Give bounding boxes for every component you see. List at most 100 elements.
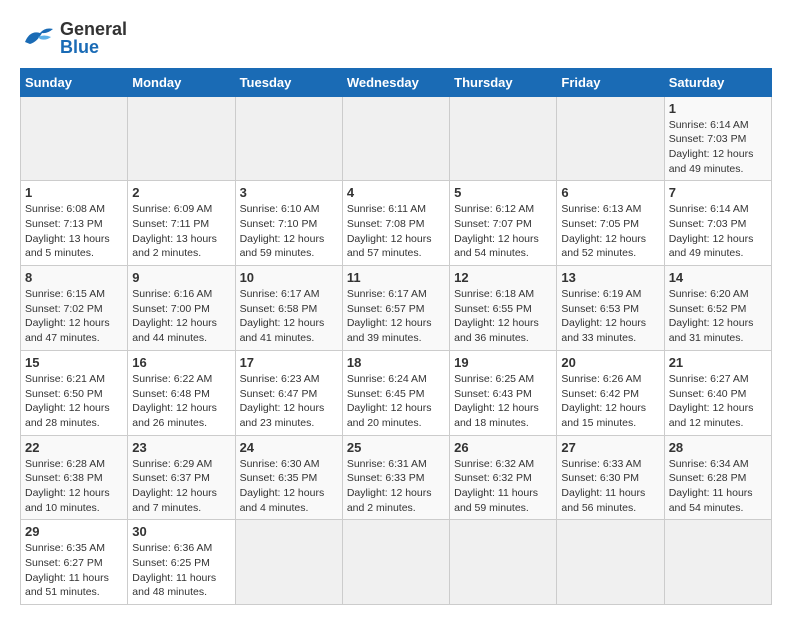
day-number: 30 (132, 524, 230, 539)
calendar-cell: 5Sunrise: 6:12 AMSunset: 7:07 PMDaylight… (450, 181, 557, 266)
header-sunday: Sunday (21, 68, 128, 96)
calendar-cell (557, 96, 664, 181)
day-number: 2 (132, 185, 230, 200)
day-number: 17 (240, 355, 338, 370)
day-number: 15 (25, 355, 123, 370)
calendar-cell: 24 Sunrise: 6:30 AMSunset: 6:35 PMDayligh… (235, 435, 342, 520)
calendar-cell: 29Sunrise: 6:35 AMSunset: 6:27 PMDayligh… (21, 520, 128, 605)
calendar-cell (235, 96, 342, 181)
day-info: Sunrise: 6:25 AMSunset: 6:43 PMDaylight:… (454, 372, 552, 431)
calendar-week-row: 1 Sunrise: 6:08 AMSunset: 7:13 PMDaylight… (21, 181, 772, 266)
logo: General Blue (20, 20, 127, 58)
day-number: 27 (561, 440, 659, 455)
calendar-cell: 2 Sunrise: 6:09 AMSunset: 7:11 PMDaylight… (128, 181, 235, 266)
day-number: 23 (132, 440, 230, 455)
header-tuesday: Tuesday (235, 68, 342, 96)
calendar-cell: 10Sunrise: 6:17 AMSunset: 6:58 PMDayligh… (235, 266, 342, 351)
calendar-cell (235, 520, 342, 605)
calendar-cell (450, 520, 557, 605)
day-number: 20 (561, 355, 659, 370)
day-number: 24 (240, 440, 338, 455)
day-info: Sunrise: 6:28 AMSunset: 6:38 PMDaylight:… (25, 457, 123, 516)
calendar-cell: 22 Sunrise: 6:28 AMSunset: 6:38 PMDayligh… (21, 435, 128, 520)
day-number: 9 (132, 270, 230, 285)
calendar-cell: 12Sunrise: 6:18 AMSunset: 6:55 PMDayligh… (450, 266, 557, 351)
day-number: 25 (347, 440, 445, 455)
day-number: 10 (240, 270, 338, 285)
day-info: Sunrise: 6:22 AMSunset: 6:48 PMDaylight:… (132, 372, 230, 431)
day-number: 28 (669, 440, 767, 455)
calendar-cell (342, 520, 449, 605)
calendar-cell: 4Sunrise: 6:11 AMSunset: 7:08 PMDaylight… (342, 181, 449, 266)
day-info: Sunrise: 6:08 AMSunset: 7:13 PMDaylight:… (25, 202, 123, 261)
calendar-cell: 6Sunrise: 6:13 AMSunset: 7:05 PMDaylight… (557, 181, 664, 266)
logo-name: General Blue (60, 20, 127, 58)
day-info: Sunrise: 6:17 AMSunset: 6:57 PMDaylight:… (347, 287, 445, 346)
header-saturday: Saturday (664, 68, 771, 96)
calendar-cell: 17 Sunrise: 6:23 AMSunset: 6:47 PMDayligh… (235, 350, 342, 435)
day-info: Sunrise: 6:20 AMSunset: 6:52 PMDaylight:… (669, 287, 767, 346)
calendar-week-row: 1 Sunrise: 6:14 AMSunset: 7:03 PMDaylight… (21, 96, 772, 181)
day-info: Sunrise: 6:34 AMSunset: 6:28 PMDaylight:… (669, 457, 767, 516)
calendar-cell: 13Sunrise: 6:19 AMSunset: 6:53 PMDayligh… (557, 266, 664, 351)
calendar-cell (664, 520, 771, 605)
day-number: 5 (454, 185, 552, 200)
calendar-table: SundayMondayTuesdayWednesdayThursdayFrid… (20, 68, 772, 606)
calendar-cell: 7 Sunrise: 6:14 AMSunset: 7:03 PMDaylight… (664, 181, 771, 266)
calendar-week-row: 15 Sunrise: 6:21 AMSunset: 6:50 PMDayligh… (21, 350, 772, 435)
calendar-cell: 16Sunrise: 6:22 AMSunset: 6:48 PMDayligh… (128, 350, 235, 435)
calendar-cell (128, 96, 235, 181)
day-number: 1 (25, 185, 123, 200)
day-info: Sunrise: 6:18 AMSunset: 6:55 PMDaylight:… (454, 287, 552, 346)
calendar-cell (557, 520, 664, 605)
day-info: Sunrise: 6:09 AMSunset: 7:11 PMDaylight:… (132, 202, 230, 261)
calendar-cell: 15 Sunrise: 6:21 AMSunset: 6:50 PMDayligh… (21, 350, 128, 435)
calendar-cell: 1 Sunrise: 6:08 AMSunset: 7:13 PMDaylight… (21, 181, 128, 266)
calendar-cell: 30 Sunrise: 6:36 AMSunset: 6:25 PMDayligh… (128, 520, 235, 605)
header-thursday: Thursday (450, 68, 557, 96)
logo-bird-icon (20, 24, 56, 54)
calendar-cell: 25 Sunrise: 6:31 AMSunset: 6:33 PMDayligh… (342, 435, 449, 520)
calendar-cell: 19Sunrise: 6:25 AMSunset: 6:43 PMDayligh… (450, 350, 557, 435)
day-number: 18 (347, 355, 445, 370)
day-number: 22 (25, 440, 123, 455)
day-info: Sunrise: 6:21 AMSunset: 6:50 PMDaylight:… (25, 372, 123, 431)
header-wednesday: Wednesday (342, 68, 449, 96)
day-number: 7 (669, 185, 767, 200)
day-number: 21 (669, 355, 767, 370)
day-info: Sunrise: 6:13 AMSunset: 7:05 PMDaylight:… (561, 202, 659, 261)
calendar-cell: 26Sunrise: 6:32 AMSunset: 6:32 PMDayligh… (450, 435, 557, 520)
day-number: 13 (561, 270, 659, 285)
day-number: 3 (240, 185, 338, 200)
day-number: 1 (669, 101, 767, 116)
day-info: Sunrise: 6:26 AMSunset: 6:42 PMDaylight:… (561, 372, 659, 431)
day-info: Sunrise: 6:11 AMSunset: 7:08 PMDaylight:… (347, 202, 445, 261)
day-info: Sunrise: 6:10 AMSunset: 7:10 PMDaylight:… (240, 202, 338, 261)
day-info: Sunrise: 6:14 AMSunset: 7:03 PMDaylight:… (669, 202, 767, 261)
calendar-cell: 3 Sunrise: 6:10 AMSunset: 7:10 PMDaylight… (235, 181, 342, 266)
header-monday: Monday (128, 68, 235, 96)
calendar-cell: 23Sunrise: 6:29 AMSunset: 6:37 PMDayligh… (128, 435, 235, 520)
day-number: 29 (25, 524, 123, 539)
day-info: Sunrise: 6:15 AMSunset: 7:02 PMDaylight:… (25, 287, 123, 346)
calendar-cell: 9Sunrise: 6:16 AMSunset: 7:00 PMDaylight… (128, 266, 235, 351)
calendar-cell (450, 96, 557, 181)
day-number: 8 (25, 270, 123, 285)
calendar-week-row: 29Sunrise: 6:35 AMSunset: 6:27 PMDayligh… (21, 520, 772, 605)
day-info: Sunrise: 6:30 AMSunset: 6:35 PMDaylight:… (240, 457, 338, 516)
day-info: Sunrise: 6:23 AMSunset: 6:47 PMDaylight:… (240, 372, 338, 431)
day-info: Sunrise: 6:31 AMSunset: 6:33 PMDaylight:… (347, 457, 445, 516)
calendar-cell: 27 Sunrise: 6:33 AMSunset: 6:30 PMDayligh… (557, 435, 664, 520)
calendar-cell: 14 Sunrise: 6:20 AMSunset: 6:52 PMDayligh… (664, 266, 771, 351)
calendar-cell: 8 Sunrise: 6:15 AMSunset: 7:02 PMDaylight… (21, 266, 128, 351)
day-info: Sunrise: 6:33 AMSunset: 6:30 PMDaylight:… (561, 457, 659, 516)
day-info: Sunrise: 6:36 AMSunset: 6:25 PMDaylight:… (132, 541, 230, 600)
day-number: 14 (669, 270, 767, 285)
day-info: Sunrise: 6:14 AMSunset: 7:03 PMDaylight:… (669, 118, 767, 177)
page-header: General Blue (20, 20, 772, 58)
calendar-cell: 28 Sunrise: 6:34 AMSunset: 6:28 PMDayligh… (664, 435, 771, 520)
calendar-cell (342, 96, 449, 181)
calendar-cell: 1 Sunrise: 6:14 AMSunset: 7:03 PMDaylight… (664, 96, 771, 181)
calendar-week-row: 22 Sunrise: 6:28 AMSunset: 6:38 PMDayligh… (21, 435, 772, 520)
calendar-cell: 20 Sunrise: 6:26 AMSunset: 6:42 PMDayligh… (557, 350, 664, 435)
